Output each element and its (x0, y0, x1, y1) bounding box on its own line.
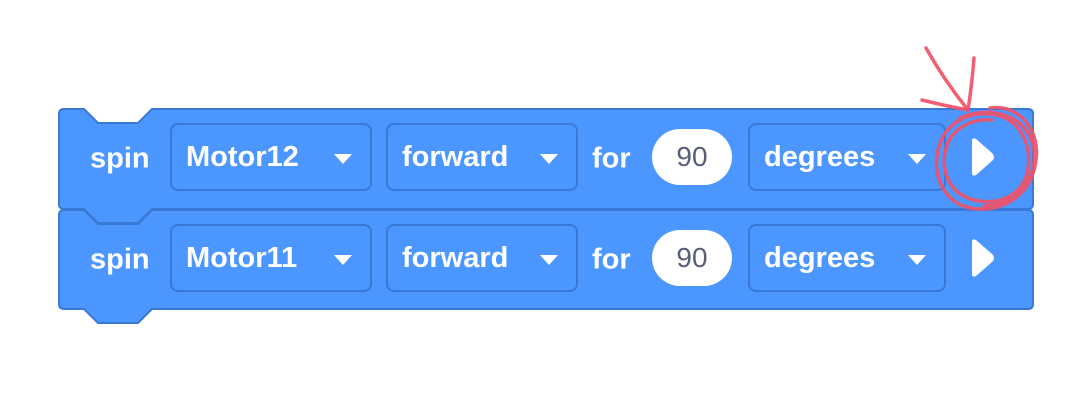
unit-value: degrees (764, 140, 876, 173)
block-stack[interactable]: spin Motor12 forward for 90 degrees spin… (58, 108, 1034, 328)
dropdown-caret-icon (334, 255, 352, 265)
unit-value: degrees (764, 241, 876, 274)
spin-block-1[interactable]: spin Motor12 forward for 90 degrees (58, 123, 1034, 195)
direction-dropdown[interactable]: forward (386, 123, 578, 191)
dropdown-caret-icon (908, 255, 926, 265)
unit-dropdown[interactable]: degrees (748, 224, 946, 292)
dropdown-caret-icon (908, 154, 926, 164)
amount-input[interactable]: 90 (652, 129, 732, 185)
spin-label: spin (90, 243, 150, 276)
direction-dropdown[interactable]: forward (386, 224, 578, 292)
motor-dropdown[interactable]: Motor12 (170, 123, 372, 191)
play-icon[interactable] (968, 137, 996, 177)
spin-label: spin (90, 142, 150, 175)
direction-value: forward (402, 140, 509, 173)
motor-value: Motor11 (186, 241, 298, 274)
dropdown-caret-icon (334, 154, 352, 164)
play-icon[interactable] (968, 238, 996, 278)
motor-dropdown[interactable]: Motor11 (170, 224, 372, 292)
for-label: for (592, 243, 631, 276)
unit-dropdown[interactable]: degrees (748, 123, 946, 191)
spin-block-2[interactable]: spin Motor11 forward for 90 degrees (58, 224, 1034, 296)
amount-input[interactable]: 90 (652, 230, 732, 286)
dropdown-caret-icon (540, 154, 558, 164)
for-label: for (592, 142, 631, 175)
dropdown-caret-icon (540, 255, 558, 265)
motor-value: Motor12 (186, 140, 299, 173)
direction-value: forward (402, 241, 509, 274)
